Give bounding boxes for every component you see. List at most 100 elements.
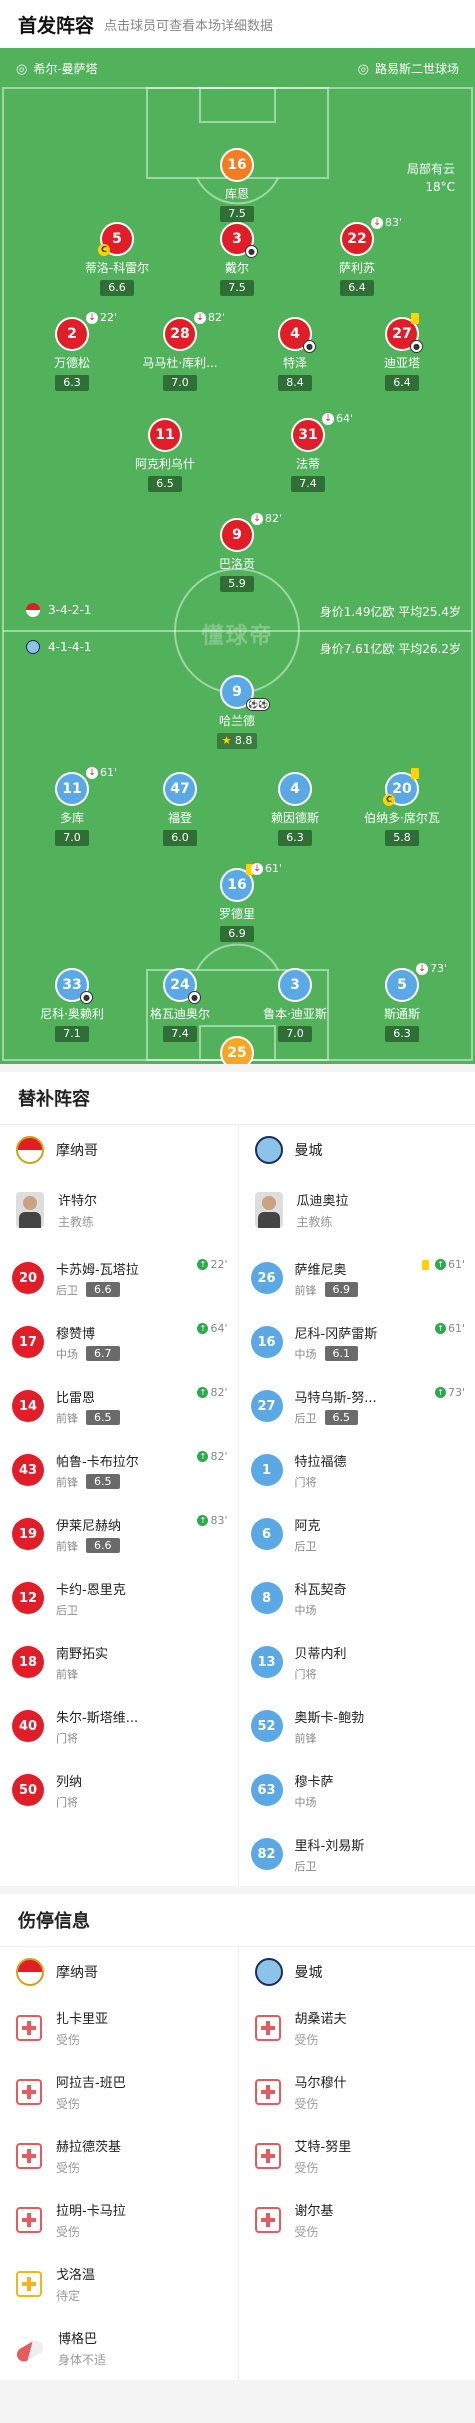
player-number-text: 4 (290, 326, 300, 342)
injury-info: 赫拉德茨基 受伤 (56, 2136, 121, 2176)
sub-player-meta: 前锋 6.6 (56, 1538, 226, 1554)
player-marker[interactable]: 27 ● 迪亚塔 6.4 (354, 313, 450, 391)
sub-player-row[interactable]: 19 伊莱尼赫纳 前锋 6.6 ↑ 83' (0, 1502, 238, 1566)
player-number: 8 (250, 1582, 283, 1614)
sub-player-row[interactable]: 16 尼科-冈萨雷斯 中场 6.1 ↑ 61' (239, 1310, 475, 1374)
home-team-row[interactable]: 摩纳哥 (0, 1124, 238, 1174)
player-marker[interactable]: 3 鲁本·迪亚斯 7.0 (247, 968, 343, 1042)
player-marker[interactable]: 25多纳鲁马6.7 (189, 1036, 285, 1064)
player-name: 斯通斯 (383, 1007, 420, 1021)
home-subs-list: 20 卡苏姆-瓦塔拉 后卫 6.6 ↑ 22' 17 穆赞博 中场 6.7 ↑ 64' 14 比雷恩 前锋 6… (0, 1246, 238, 1822)
injury-info: 博格巴 身体不适 (58, 2328, 106, 2368)
player-rating: 7.0 (163, 375, 197, 391)
sub-player-meta: 门将 (56, 1730, 226, 1746)
player-marker[interactable]: 16 ↓ 61' 罗德里 6.9 (189, 862, 285, 942)
player-marker[interactable]: 33 ● 尼科·奥赖利 7.1 (24, 968, 120, 1042)
player-rating: 6.5 (148, 476, 182, 492)
away-team-row[interactable]: 曼城 (238, 1124, 475, 1174)
rating-value: 5.8 (393, 831, 411, 844)
sub-player-info: 科瓦契奇 中场 (295, 1579, 464, 1618)
player-marker[interactable]: 24 ● 格瓦迪奥尔 7.4 (132, 968, 228, 1042)
sub-player-row[interactable]: 63 穆卡萨 中场 (239, 1758, 475, 1822)
sub-player-row[interactable]: 12 卡约-恩里克 后卫 (0, 1566, 238, 1630)
sub-player-row[interactable]: 43 帕鲁-卡布拉尔 前锋 6.5 ↑ 82' (0, 1438, 238, 1502)
sub-minute: 64' (336, 412, 354, 425)
player-marker[interactable]: 20 C 伯纳多·席尔瓦 5.8 (354, 768, 450, 846)
sub-player-row[interactable]: 27 马特乌斯-努... 后卫 6.5 ↑ 73' (239, 1374, 475, 1438)
player-name: 格瓦迪奥尔 (149, 1007, 210, 1021)
sub-player-name: 南野拓实 (56, 1646, 109, 1662)
player-marker[interactable]: 5 C 蒂洛-科雷尔 6.6 (69, 222, 165, 296)
injury-row[interactable]: 谢尔基 受伤 (239, 2188, 475, 2252)
injury-status: 受伤 (56, 2225, 81, 2239)
player-marker[interactable]: 4 ● 特泽 8.4 (247, 317, 343, 391)
sub-player-row[interactable]: 13 贝蒂内利 门将 (239, 1630, 475, 1694)
sub-minute: 73' (447, 1386, 465, 1399)
sub-off-indicator: ↓ 61' (251, 862, 282, 875)
home-coach[interactable]: 许特尔 主教练 (0, 1174, 238, 1246)
mancity-logo-icon (254, 1957, 283, 1986)
player-marker[interactable]: 9 ↓ 82' 巴洛贡 5.9 (189, 512, 285, 592)
player-number: 11 (148, 418, 182, 452)
sub-player-row[interactable]: 26 萨维尼奥 前锋 6.9 ↑ 61' (239, 1246, 475, 1310)
sub-player-meta: 门将 (295, 1474, 464, 1490)
player-marker[interactable]: 9 ⚽⚽ 哈兰德 ★ 8.8 (189, 675, 285, 749)
sub-player-row[interactable]: 18 南野拓实 前锋 (0, 1630, 238, 1694)
away-coach[interactable]: 瓜迪奥拉 主教练 (239, 1174, 475, 1246)
injury-row[interactable]: 胡桑诺夫 受伤 (239, 1996, 475, 2060)
player-marker[interactable]: 11 阿克利乌什 6.5 (117, 418, 213, 492)
player-marker[interactable]: 2 ↓ 22' 万德松 6.3 (24, 311, 120, 391)
player-marker[interactable]: 5 ↓ 73' 斯通斯 6.3 (354, 962, 450, 1042)
sub-player-row[interactable]: 40 朱尔-斯塔维... 门将 (0, 1694, 238, 1758)
injury-row[interactable]: 赫拉德茨基 受伤 (0, 2124, 238, 2188)
sub-player-row[interactable]: 20 卡苏姆-瓦塔拉 后卫 6.6 ↑ 22' (0, 1246, 238, 1310)
injury-row[interactable]: 戈洛温 待定 (0, 2252, 238, 2316)
player-number-text: 9 (232, 527, 242, 543)
sub-on-minute: ↑ 61' (434, 1322, 465, 1335)
away-team-row[interactable]: 曼城 (238, 1946, 475, 1996)
player-marker[interactable]: 47 福登 6.0 (132, 772, 228, 846)
injury-status: 受伤 (294, 2161, 319, 2175)
player-marker[interactable]: 4 赖因德斯 6.3 (247, 772, 343, 846)
stadium-icon: ◎ (16, 61, 28, 77)
sub-player-row[interactable]: 52 奥斯卡-鲍勃 前锋 (239, 1694, 475, 1758)
injury-row[interactable]: 扎卡里亚 受伤 (0, 1996, 238, 2060)
sub-player-row[interactable]: 50 列纳 门将 (0, 1758, 238, 1822)
player-marker[interactable]: 3 ● 戴尔 7.5 (189, 222, 285, 296)
player-name: 鲁本·迪亚斯 (263, 1007, 327, 1021)
sub-player-row[interactable]: 14 比雷恩 前锋 6.5 ↑ 82' (0, 1374, 238, 1438)
home-team-row[interactable]: 摩纳哥 (0, 1946, 238, 1996)
player-marker[interactable]: 11 ↓ 61' 多库 7.0 (24, 766, 120, 846)
player-name: 赖因德斯 (270, 811, 319, 825)
mancity-logo-icon (254, 1135, 283, 1164)
player-marker[interactable]: 31 ↓ 64' 法蒂 7.4 (260, 412, 356, 492)
sub-player-position: 后卫 (294, 1859, 317, 1873)
sub-on-minute: ↑ 82' (197, 1386, 228, 1399)
sub-player-meta: 门将 (295, 1666, 464, 1682)
player-marker[interactable]: 16 库恩 7.5 (189, 148, 285, 222)
player-number: 63 (250, 1774, 283, 1806)
sub-player-row[interactable]: 6 阿克 后卫 (239, 1502, 475, 1566)
sub-off-indicator: ↓ 64' (322, 412, 353, 425)
injured-player-name: 胡桑诺夫 (294, 2012, 347, 2027)
injury-row[interactable]: 阿拉吉-班巴 受伤 (0, 2060, 238, 2124)
sub-player-meta: 门将 (56, 1794, 226, 1810)
rating-value: 6.4 (348, 281, 366, 294)
sub-player-row[interactable]: 82 里科-刘易斯 后卫 (239, 1822, 475, 1886)
injury-row[interactable]: 博格巴 身体不适 (0, 2316, 238, 2380)
sub-minute: 22' (100, 311, 118, 324)
player-marker[interactable]: 28 ↓ 82' 马马杜·库利... 7.0 (132, 311, 228, 391)
player-number: 14 (12, 1390, 44, 1422)
sub-player-row[interactable]: 8 科瓦契奇 中场 (239, 1566, 475, 1630)
injury-row[interactable]: 艾特-努里 受伤 (239, 2124, 475, 2188)
sub-player-row[interactable]: 17 穆赞博 中场 6.7 ↑ 64' (0, 1310, 238, 1374)
rating-value: 6.5 (156, 477, 174, 490)
player-rating: 6.3 (385, 1026, 419, 1042)
player-marker[interactable]: 22 ↓ 83' 萨利苏 6.4 (309, 216, 405, 296)
sub-player-meta: 后卫 6.5 (295, 1410, 464, 1426)
sub-player-row[interactable]: 1 特拉福德 门将 (239, 1438, 475, 1502)
injury-row[interactable]: 拉明-卡马拉 受伤 (0, 2188, 238, 2252)
sub-player-position: 前锋 (294, 1731, 317, 1745)
rating-value: 7.5 (228, 207, 246, 220)
injury-row[interactable]: 马尔穆什 受伤 (239, 2060, 475, 2124)
